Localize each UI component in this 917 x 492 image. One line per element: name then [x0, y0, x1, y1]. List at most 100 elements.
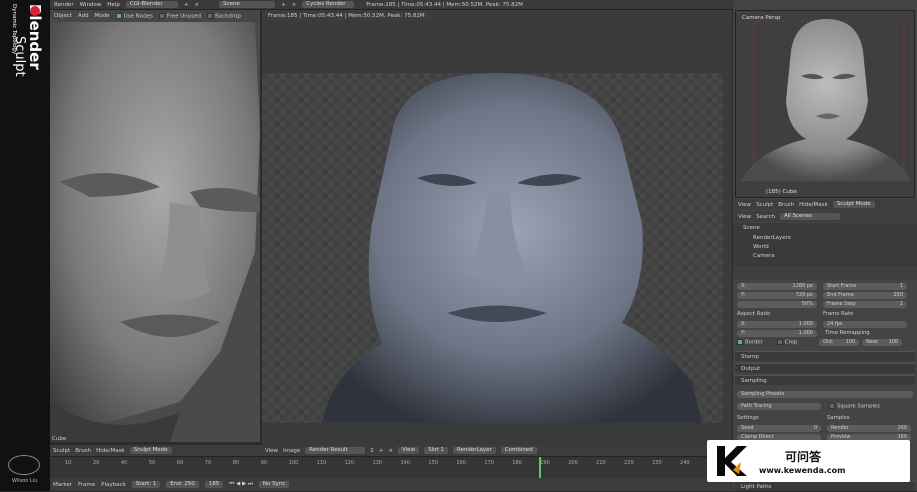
time-new-field[interactable]: New: 100 — [862, 338, 903, 346]
outliner-item-scene[interactable]: Scene — [743, 225, 760, 231]
frame-step-field[interactable]: Frame Step 1 — [823, 300, 907, 308]
outliner-item-camera[interactable]: Camera — [753, 253, 775, 259]
current-frame-field[interactable]: 185 — [204, 481, 224, 488]
timeline-tick-label: 110 — [316, 460, 327, 466]
bottom-sculpt-menu[interactable]: Sculpt — [53, 448, 70, 454]
render-pass-selector[interactable]: Combined — [500, 447, 537, 454]
frame-menu[interactable]: Frame — [78, 482, 95, 488]
timeline-tick-label: 180 — [512, 460, 522, 466]
render-layer-selector[interactable]: RenderLayer — [452, 447, 496, 454]
mode-selector[interactable]: Sculpt Mode — [832, 201, 875, 208]
light-paths-section[interactable]: Light Paths — [735, 481, 915, 491]
brand-tagline: Dynamic Topology — [11, 4, 17, 55]
sculpt-menu[interactable]: Sculpt — [756, 202, 773, 208]
start-frame-label: Start Frame — [827, 283, 857, 289]
close-image-icon[interactable]: × — [388, 448, 393, 454]
camera-label: Camera Persp — [742, 15, 781, 21]
sync-selector[interactable]: No Sync — [258, 481, 290, 488]
outliner-item-renderlayers[interactable]: RenderLayers — [753, 235, 791, 241]
resolution-y-field[interactable]: Y: 720 px — [737, 291, 817, 299]
outliner-view-menu[interactable]: View — [738, 214, 751, 220]
image-image-menu[interactable]: Image — [283, 448, 300, 454]
render-samples-field[interactable]: Render 260 — [827, 424, 911, 432]
sampling-presets-selector[interactable]: Sampling Presets — [737, 390, 913, 398]
resolution-percentage-field[interactable]: 50% — [737, 300, 817, 308]
seed-value: 0 — [813, 425, 817, 431]
add-scene-icon[interactable]: + — [281, 2, 286, 8]
timeline-start-field[interactable]: Start: 1 — [131, 481, 161, 488]
aspect-y-field[interactable]: Y: 1.000 — [737, 329, 817, 337]
screen-selector[interactable]: CGI-Blender — [125, 1, 178, 8]
time-new-value: 100 — [888, 339, 899, 345]
brush-menu[interactable]: Brush — [778, 202, 794, 208]
fps-selector[interactable]: 24 fps — [823, 320, 907, 328]
time-old-value: 100 — [845, 339, 856, 345]
image-view-button[interactable]: View — [398, 447, 420, 454]
marker-menu[interactable]: Marker — [53, 482, 72, 488]
camera-preview[interactable]: Camera Persp (185) Cube — [735, 10, 915, 198]
timeline-tick-label: 50 — [148, 460, 156, 466]
resolution-x-field[interactable]: X: 1280 px — [737, 282, 817, 290]
add-screen-icon[interactable]: + — [184, 2, 189, 8]
time-old-field[interactable]: Old: 100 — [819, 338, 860, 346]
seed-field[interactable]: Seed 0 — [737, 424, 821, 432]
author-logo-icon — [8, 455, 40, 475]
image-editor[interactable] — [262, 21, 732, 445]
timeline[interactable]: 10 20 40 50 60 70 80 90 100 110 120 130 140 150 160 170… — [50, 456, 733, 479]
resolution-percentage-value: 50% — [801, 301, 813, 307]
integrator-selector[interactable]: Path Tracing — [737, 402, 821, 410]
image-view-menu[interactable]: View — [265, 448, 278, 454]
view-menu[interactable]: View — [738, 202, 751, 208]
backdrop-toggle[interactable]: Backdrop — [207, 12, 241, 19]
close-screen-icon[interactable]: × — [194, 2, 199, 8]
playback-menu[interactable]: Playback — [101, 482, 126, 488]
resolution-row-x: X: 1280 px Start Frame 1 — [737, 282, 913, 290]
stamp-section[interactable]: Stamp — [735, 351, 915, 361]
output-section[interactable]: Output — [735, 363, 915, 373]
outliner-search-menu[interactable]: Search — [756, 214, 775, 220]
free-unused-toggle[interactable]: Free Unused — [158, 12, 201, 19]
bottom-brush-menu[interactable]: Brush — [75, 448, 91, 454]
menu-object[interactable]: Object — [54, 13, 72, 19]
end-frame-field[interactable]: End Frame 250 — [823, 291, 907, 299]
settings-label: Settings — [737, 415, 759, 421]
playback-controls-icon[interactable]: ⏮ ◀ ▶ ⏭ — [229, 481, 253, 488]
timeline-start-label: Start: — [135, 481, 151, 487]
border-toggle[interactable]: Border — [737, 338, 763, 345]
aspect-row-y: Y: 1.000 Time Remapping — [737, 329, 913, 337]
bottom-hide-mask-menu[interactable]: Hide/Mask — [96, 448, 125, 454]
menu-help[interactable]: Help — [107, 2, 120, 8]
timeline-current-frame-cursor[interactable] — [539, 457, 542, 479]
sculpt-head-model — [50, 22, 260, 442]
slot-selector[interactable]: Slot 1 — [424, 447, 448, 454]
bottom-mode-selector[interactable]: Sculpt Mode — [129, 447, 172, 454]
outliner-item-world[interactable]: World — [753, 244, 769, 250]
crop-label: Crop — [784, 339, 798, 346]
timeline-tick-label: 220 — [624, 460, 634, 466]
square-samples-toggle[interactable]: Square Samples — [829, 402, 880, 409]
sampling-section[interactable]: Sampling — [735, 375, 915, 385]
image-selector[interactable]: Render Result — [305, 447, 366, 454]
menu-mode[interactable]: Mode — [95, 13, 110, 19]
aspect-x-field[interactable]: X: 1.000 — [737, 320, 817, 328]
timeline-tick-label: 140 — [400, 460, 411, 466]
viewport-3d[interactable] — [50, 22, 260, 442]
crop-toggle[interactable]: Crop — [776, 338, 798, 346]
scene-selector[interactable]: Scene — [219, 1, 276, 8]
checkbox-icon — [207, 12, 213, 19]
menu-window[interactable]: Window — [80, 2, 102, 8]
render-samples-value: 260 — [897, 425, 907, 431]
hide-mask-menu[interactable]: Hide/Mask — [799, 202, 828, 208]
render-engine-selector[interactable]: Cycles Render — [302, 1, 355, 8]
start-frame-field[interactable]: Start Frame 1 — [823, 282, 907, 290]
menu-render[interactable]: Render — [54, 2, 74, 8]
watermark-k-glyph — [717, 446, 747, 476]
properties-tabs[interactable] — [733, 268, 917, 280]
outliner-filter[interactable]: All Scenes — [779, 213, 840, 220]
close-scene-icon[interactable]: × — [292, 2, 297, 8]
watermark-url: www.kewenda.com — [759, 466, 846, 475]
add-image-icon[interactable]: + — [379, 448, 384, 454]
menu-add[interactable]: Add — [78, 13, 89, 19]
timeline-end-field[interactable]: End: 250 — [166, 481, 199, 488]
use-nodes-toggle[interactable]: Use Nodes — [115, 12, 153, 19]
